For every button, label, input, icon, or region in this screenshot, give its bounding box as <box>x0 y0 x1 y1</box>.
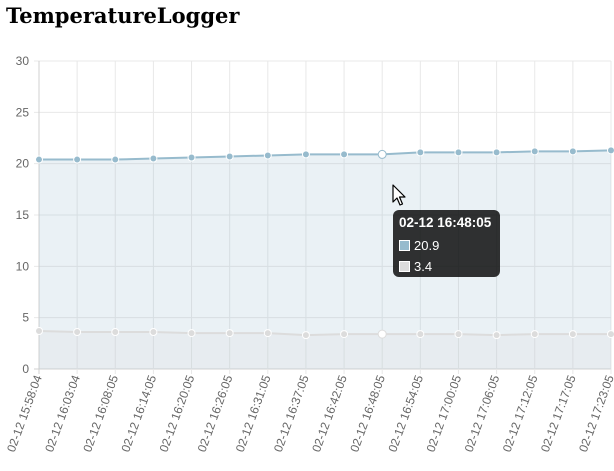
tooltip-title: 02-12 16:48:05 <box>399 215 492 230</box>
series-1-point[interactable] <box>149 154 158 163</box>
series-2-point[interactable] <box>416 330 425 339</box>
chart-areas <box>39 150 611 369</box>
series-1-point[interactable] <box>263 151 272 160</box>
chart-tooltip: 02-12 16:48:05 20.9 3.4 <box>393 210 500 277</box>
series-2-point[interactable] <box>454 330 463 339</box>
series-1-point[interactable] <box>454 148 463 157</box>
series-1-point[interactable] <box>416 148 425 157</box>
series-2-point[interactable] <box>225 329 234 338</box>
series-1-point[interactable] <box>225 152 234 161</box>
x-tick-label: 02-12 17:12:05 <box>500 373 541 454</box>
series-2-point[interactable] <box>111 328 120 337</box>
series-1-point[interactable] <box>301 150 310 159</box>
x-tick-label: 02-12 16:31:05 <box>233 373 274 454</box>
x-tick-label: 02-12 17:23:05 <box>576 373 614 454</box>
series-1-point[interactable] <box>35 155 43 164</box>
series-2-point[interactable] <box>492 331 501 340</box>
series-2-point[interactable] <box>149 328 158 337</box>
tooltip-row-series-2: 3.4 <box>399 256 500 277</box>
line-chart: 0 5 10 15 20 25 30 02-12 15:58:0402-12 16:03:0… <box>4 54 614 454</box>
series-2-point[interactable] <box>301 331 310 340</box>
y-tick-label: 5 <box>22 311 29 325</box>
series-1-point[interactable] <box>492 148 501 157</box>
series-2-point[interactable] <box>530 330 539 339</box>
x-tick-label: 02-12 16:37:05 <box>271 373 312 454</box>
series-1-point[interactable] <box>187 153 196 162</box>
tooltip-swatch-series-1 <box>399 240 410 251</box>
x-tick-label: 02-12 17:00:05 <box>424 373 465 454</box>
series-2-point[interactable] <box>568 330 577 339</box>
series-1-point[interactable] <box>377 149 387 159</box>
x-tick-label: 02-12 16:54:05 <box>385 373 426 454</box>
x-tick-label: 02-12 17:17:05 <box>538 373 579 454</box>
series-1-point[interactable] <box>111 155 120 164</box>
y-tick-label: 20 <box>16 157 30 171</box>
series-2-point[interactable] <box>73 328 82 337</box>
tooltip-value-series-2: 3.4 <box>414 258 433 274</box>
tooltip-swatch-series-2 <box>399 261 410 272</box>
x-tick-label: 02-12 15:58:04 <box>4 373 45 454</box>
series-1-point[interactable] <box>568 147 577 156</box>
series-2-point[interactable] <box>607 330 614 339</box>
series-1-point[interactable] <box>607 146 614 155</box>
x-tick-label: 02-12 16:48:05 <box>347 373 388 454</box>
y-axis-ticks: 0 5 10 15 20 25 30 <box>16 54 30 376</box>
y-tick-label: 30 <box>16 54 30 68</box>
x-tick-label: 02-12 16:42:05 <box>309 373 350 454</box>
tooltip-value-series-1: 20.9 <box>414 237 440 253</box>
x-tick-label: 02-12 16:03:04 <box>42 373 83 454</box>
x-tick-label: 02-12 16:14:05 <box>118 373 159 454</box>
y-tick-label: 25 <box>16 105 30 119</box>
series-2-point[interactable] <box>187 329 196 338</box>
series-2-point[interactable] <box>35 327 43 336</box>
series-2-point[interactable] <box>263 329 272 338</box>
series-1-point[interactable] <box>530 147 539 156</box>
y-tick-label: 0 <box>22 362 29 376</box>
mouse-pointer-icon <box>392 184 406 206</box>
series-2-point[interactable] <box>340 330 349 339</box>
series-1-point[interactable] <box>73 155 82 164</box>
x-tick-label: 02-12 16:26:05 <box>195 373 236 454</box>
series-1-point[interactable] <box>340 150 349 159</box>
x-tick-label: 02-12 16:08:05 <box>80 373 121 454</box>
series-2-area <box>39 331 611 369</box>
series-2-point[interactable] <box>377 329 387 339</box>
y-tick-label: 10 <box>16 259 30 273</box>
x-axis-ticks: 02-12 15:58:0402-12 16:03:0402-12 16:08:… <box>4 373 614 454</box>
y-tick-label: 15 <box>16 208 30 222</box>
x-tick-label: 02-12 16:20:05 <box>157 373 198 454</box>
tooltip-row-series-1: 20.9 <box>399 235 500 256</box>
x-tick-label: 02-12 17:06:05 <box>462 373 503 454</box>
